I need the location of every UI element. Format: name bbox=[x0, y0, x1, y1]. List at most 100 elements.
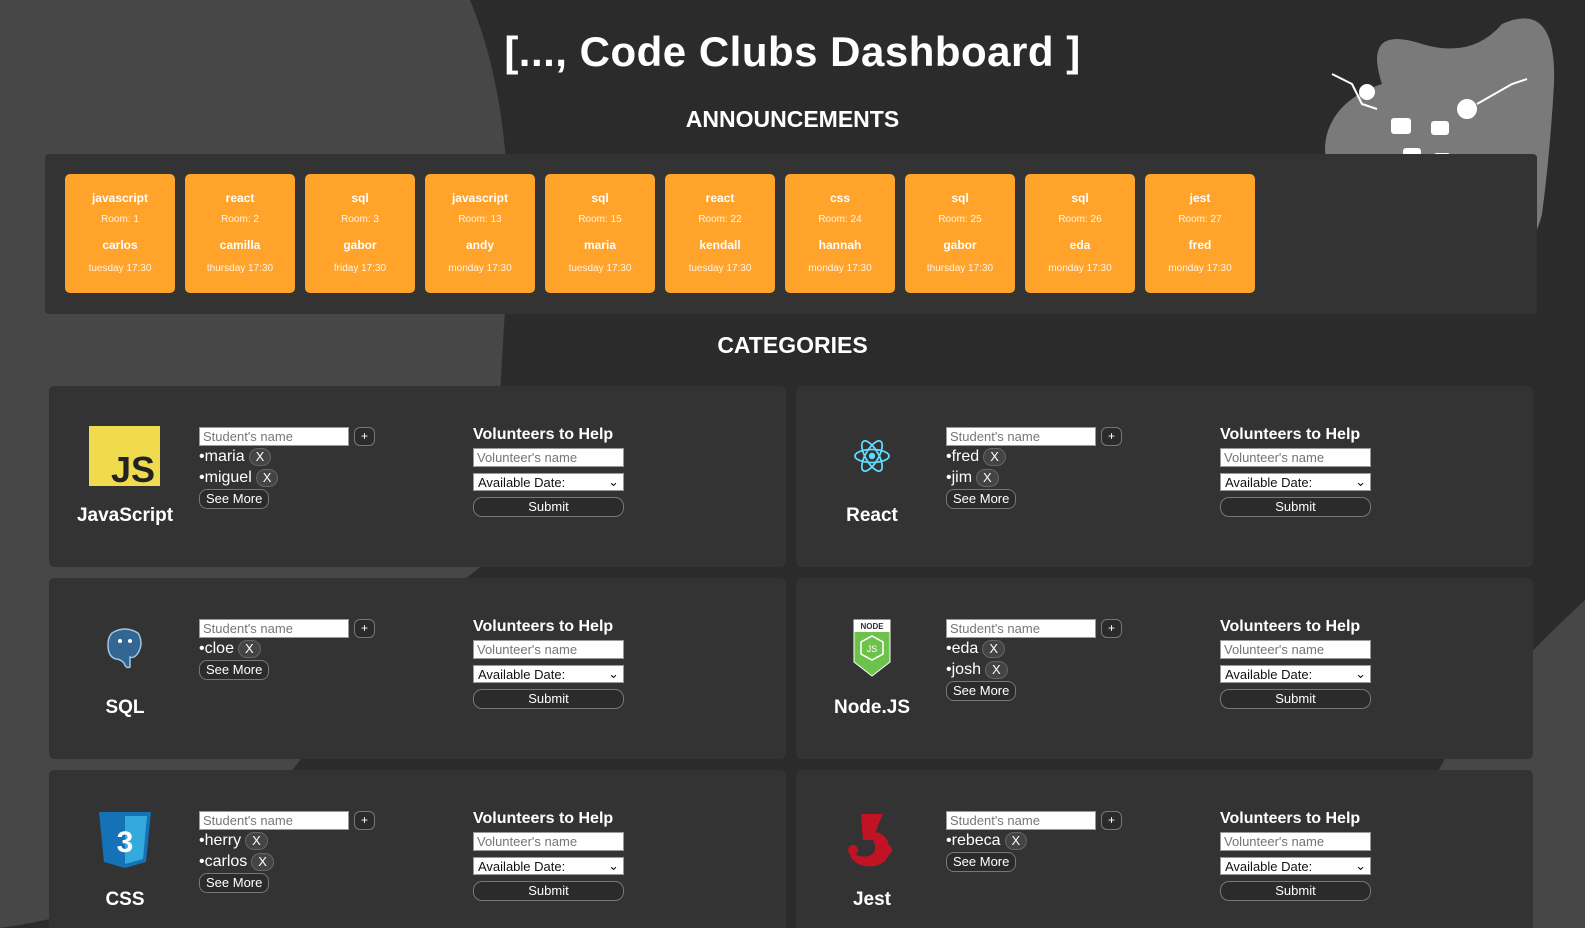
see-more-button[interactable]: See More bbox=[199, 660, 270, 680]
submit-button[interactable]: Submit bbox=[1220, 689, 1371, 709]
announcement-card[interactable]: javascript Room: 13 andy monday 17:30 bbox=[425, 174, 535, 293]
add-student-button[interactable]: + bbox=[354, 810, 375, 830]
announcement-time: friday 17:30 bbox=[333, 263, 387, 274]
announcement-room: Room: 15 bbox=[578, 214, 622, 225]
remove-student-button[interactable]: X bbox=[984, 660, 1008, 679]
category-name: JavaScript bbox=[76, 505, 174, 526]
announcement-host: andy bbox=[465, 238, 494, 252]
add-student-button[interactable]: + bbox=[1101, 618, 1122, 638]
postgresql-logo-icon bbox=[89, 618, 160, 678]
remove-student-button[interactable]: X bbox=[248, 447, 272, 466]
volunteer-name-input[interactable] bbox=[1220, 640, 1371, 659]
announcement-host: gabor bbox=[343, 238, 377, 252]
available-date-select[interactable]: Available Date: ⌄ bbox=[1220, 473, 1371, 491]
announcement-card[interactable]: jest Room: 27 fred monday 17:30 bbox=[1145, 174, 1255, 293]
student-name: miguel bbox=[204, 468, 252, 486]
student-name-input[interactable] bbox=[199, 426, 349, 446]
volunteer-name-input[interactable] bbox=[473, 448, 624, 467]
add-student-button[interactable]: + bbox=[1101, 426, 1122, 446]
announcement-card[interactable]: sql Room: 25 gabor thursday 17:30 bbox=[905, 174, 1015, 293]
announcement-room: Room: 27 bbox=[1178, 214, 1222, 225]
available-date-select[interactable]: Available Date: ⌄ bbox=[1220, 857, 1371, 875]
volunteer-name-input[interactable] bbox=[473, 832, 624, 851]
student-list-item: • rebeca X bbox=[946, 830, 1166, 851]
select-value: Available Date: bbox=[1225, 474, 1313, 490]
add-student-button[interactable]: + bbox=[1101, 810, 1122, 830]
see-more-button[interactable]: See More bbox=[946, 852, 1017, 872]
student-list-item: • carlos X bbox=[199, 851, 419, 872]
volunteers-section: Volunteers to Help Available Date: ⌄ Subm… bbox=[473, 618, 633, 709]
remove-student-button[interactable]: X bbox=[255, 468, 279, 487]
volunteers-title: Volunteers to Help bbox=[1220, 618, 1361, 635]
volunteer-name-input[interactable] bbox=[1220, 448, 1371, 467]
announcement-card[interactable]: sql Room: 15 maria tuesday 17:30 bbox=[545, 174, 655, 293]
categories-heading: CATEGORIES bbox=[717, 332, 868, 358]
category-name: Node.JS bbox=[833, 697, 911, 718]
remove-student-button[interactable]: X bbox=[251, 852, 274, 871]
svg-text:3: 3 bbox=[116, 826, 133, 859]
student-name: josh bbox=[951, 660, 981, 678]
announcement-host: maria bbox=[583, 238, 617, 252]
submit-button[interactable]: Submit bbox=[1220, 881, 1371, 901]
announcement-room: Room: 1 bbox=[101, 214, 139, 225]
announcement-card[interactable]: react Room: 22 kendall tuesday 17:30 bbox=[665, 174, 775, 293]
add-student-button[interactable]: + bbox=[354, 426, 375, 446]
see-more-button[interactable]: See More bbox=[946, 681, 1017, 701]
student-name: maria bbox=[204, 447, 245, 465]
volunteers-section: Volunteers to Help Available Date: ⌄ Subm… bbox=[1220, 426, 1380, 517]
student-name-input[interactable] bbox=[199, 618, 349, 638]
available-date-select[interactable]: Available Date: ⌄ bbox=[1220, 665, 1371, 683]
available-date-select[interactable]: Available Date: ⌄ bbox=[473, 665, 624, 683]
announcement-time: thursday 17:30 bbox=[926, 263, 994, 274]
announcement-card[interactable]: javascript Room: 1 carlos tuesday 17:30 bbox=[65, 174, 175, 293]
student-name-input[interactable] bbox=[946, 426, 1096, 446]
remove-student-button[interactable]: X bbox=[976, 468, 999, 487]
announcement-language: javascript bbox=[91, 191, 149, 205]
announcements-panel: javascript Room: 1 carlos tuesday 17:30 … bbox=[45, 154, 1537, 314]
chevron-down-icon: ⌄ bbox=[1355, 666, 1366, 681]
available-date-select[interactable]: Available Date: ⌄ bbox=[473, 857, 624, 875]
volunteer-name-input[interactable] bbox=[1220, 832, 1371, 851]
announcement-room: Room: 3 bbox=[341, 214, 379, 225]
volunteer-name-input[interactable] bbox=[473, 640, 624, 659]
available-date-select[interactable]: Available Date: ⌄ bbox=[473, 473, 624, 491]
add-student-button[interactable]: + bbox=[354, 618, 375, 638]
submit-button[interactable]: Submit bbox=[473, 689, 624, 709]
see-more-button[interactable]: See More bbox=[946, 489, 1017, 509]
announcement-time: monday 17:30 bbox=[1048, 263, 1112, 274]
announcement-card[interactable]: css Room: 24 hannah monday 17:30 bbox=[785, 174, 895, 293]
announcement-host: hannah bbox=[818, 238, 862, 252]
student-name: cloe bbox=[204, 639, 234, 657]
remove-student-button[interactable]: X bbox=[237, 639, 261, 658]
category-card-jest: Jest + •rebecaX See More Volunteers to H… bbox=[796, 770, 1533, 928]
submit-button[interactable]: Submit bbox=[473, 497, 624, 517]
announcement-card[interactable]: sql Room: 3 gabor friday 17:30 bbox=[305, 174, 415, 293]
submit-button[interactable]: Submit bbox=[473, 881, 624, 901]
student-name-input[interactable] bbox=[946, 618, 1096, 638]
announcement-time: tuesday 17:30 bbox=[568, 263, 632, 274]
student-name: carlos bbox=[204, 852, 248, 870]
volunteers-section: Volunteers to Help Available Date: ⌄ Subm… bbox=[473, 810, 633, 901]
see-more-button[interactable]: See More bbox=[199, 873, 270, 893]
student-name-input[interactable] bbox=[199, 810, 349, 830]
announcement-room: Room: 25 bbox=[938, 214, 982, 225]
see-more-button[interactable]: See More bbox=[199, 489, 270, 509]
announcement-host: gabor bbox=[943, 238, 977, 252]
student-name: herry bbox=[204, 831, 242, 849]
javascript-logo-icon: JS bbox=[89, 426, 160, 486]
announcement-room: Room: 26 bbox=[1058, 214, 1102, 225]
announcement-room: Room: 22 bbox=[698, 214, 742, 225]
submit-button[interactable]: Submit bbox=[1220, 497, 1371, 517]
student-list-item: • herry X bbox=[199, 830, 419, 851]
remove-student-button[interactable]: X bbox=[983, 447, 1006, 466]
student-name-input[interactable] bbox=[946, 810, 1096, 830]
remove-student-button[interactable]: X bbox=[245, 831, 268, 850]
remove-student-button[interactable]: X bbox=[982, 639, 1005, 658]
remove-student-button[interactable]: X bbox=[1004, 831, 1028, 850]
select-value: Available Date: bbox=[478, 858, 566, 874]
announcement-time: thursday 17:30 bbox=[206, 263, 274, 274]
select-value: Available Date: bbox=[1225, 858, 1313, 874]
announcement-card[interactable]: sql Room: 26 eda monday 17:30 bbox=[1025, 174, 1135, 293]
announcement-card[interactable]: react Room: 2 camilla thursday 17:30 bbox=[185, 174, 295, 293]
student-list-item: • josh X bbox=[946, 659, 1166, 680]
